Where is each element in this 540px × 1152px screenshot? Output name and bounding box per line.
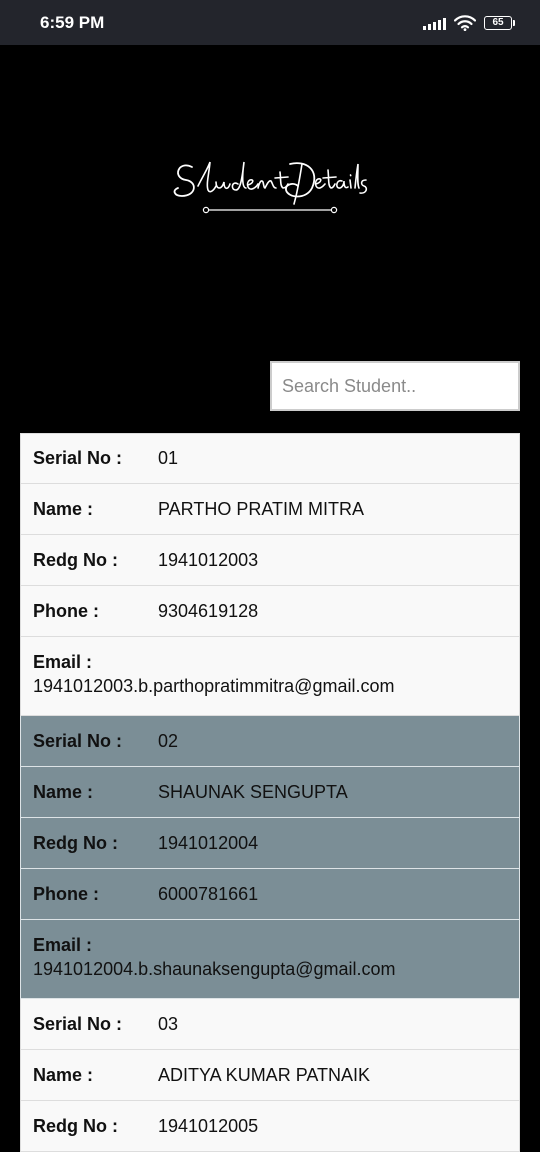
email-row: Email : 1941012003.b.parthopratimmitra@g… (20, 637, 520, 716)
redg-value: 1941012004 (158, 832, 259, 853)
student-details-logo-art (173, 161, 368, 214)
redg-value: 1941012005 (158, 1115, 259, 1136)
serial-row: Serial No : 03 (20, 999, 520, 1050)
phone-value: 6000781661 (158, 883, 259, 904)
student-card: Serial No : 03 Name : ADITYA KUMAR PATNA… (20, 999, 520, 1152)
name-value: PARTHO PRATIM MITRA (158, 498, 365, 519)
redg-label: Redg No : (33, 549, 118, 570)
serial-value: 01 (158, 448, 179, 468)
serial-label: Serial No : (33, 730, 123, 751)
serial-row: Serial No : 01 (20, 433, 520, 484)
redg-row: Redg No : 1941012003 (20, 535, 520, 586)
phone-row: Phone : 6000781661 (20, 869, 520, 920)
serial-value: 02 (158, 730, 179, 751)
phone-label: Phone : (33, 883, 99, 904)
name-row: Name : SHAUNAK SENGUPTA (20, 767, 520, 818)
battery-icon: 65 (484, 16, 515, 30)
phone-row: Phone : 9304619128 (20, 586, 520, 637)
student-card: Serial No : 02 Name : SHAUNAK SENGUPTA R… (20, 716, 520, 999)
serial-label: Serial No : (33, 448, 123, 468)
serial-value: 03 (158, 1013, 179, 1034)
redg-label: Redg No : (33, 832, 118, 853)
phone-label: Phone : (33, 600, 99, 621)
student-details-logo (170, 150, 370, 220)
student-card: Serial No : 01 Name : PARTHO PRATIM MITR… (20, 433, 520, 716)
wifi-icon (454, 15, 476, 31)
signal-icon (423, 16, 446, 30)
serial-row: Serial No : 02 (20, 716, 520, 767)
name-value: ADITYA KUMAR PATNAIK (158, 1064, 371, 1085)
redg-row: Redg No : 1941012005 (20, 1101, 520, 1152)
status-icons: 65 (423, 14, 515, 32)
email-value: 1941012003.b.parthopratimmitra@gmail.com (33, 676, 395, 696)
student-list: Serial No : 01 Name : PARTHO PRATIM MITR… (20, 433, 520, 1152)
name-label: Name : (33, 1064, 94, 1085)
email-value: 1941012004.b.shaunaksengupta@gmail.com (33, 959, 396, 979)
email-label: Email : (33, 652, 93, 672)
name-row: Name : PARTHO PRATIM MITRA (20, 484, 520, 535)
battery-level: 65 (492, 17, 504, 28)
serial-label: Serial No : (33, 1013, 123, 1034)
name-row: Name : ADITYA KUMAR PATNAIK (20, 1050, 520, 1101)
redg-label: Redg No : (33, 1115, 118, 1136)
email-row: Email : 1941012004.b.shaunaksengupta@gma… (20, 920, 520, 999)
email-label: Email : (33, 935, 93, 955)
search-input[interactable] (270, 361, 520, 411)
redg-value: 1941012003 (158, 549, 259, 570)
name-label: Name : (33, 498, 94, 519)
phone-value: 9304619128 (158, 600, 259, 621)
name-value: SHAUNAK SENGUPTA (158, 781, 348, 802)
status-bar: 6:59 PM 65 (0, 0, 540, 45)
redg-row: Redg No : 1941012004 (20, 818, 520, 869)
status-time: 6:59 PM (40, 13, 105, 32)
name-label: Name : (33, 781, 94, 802)
